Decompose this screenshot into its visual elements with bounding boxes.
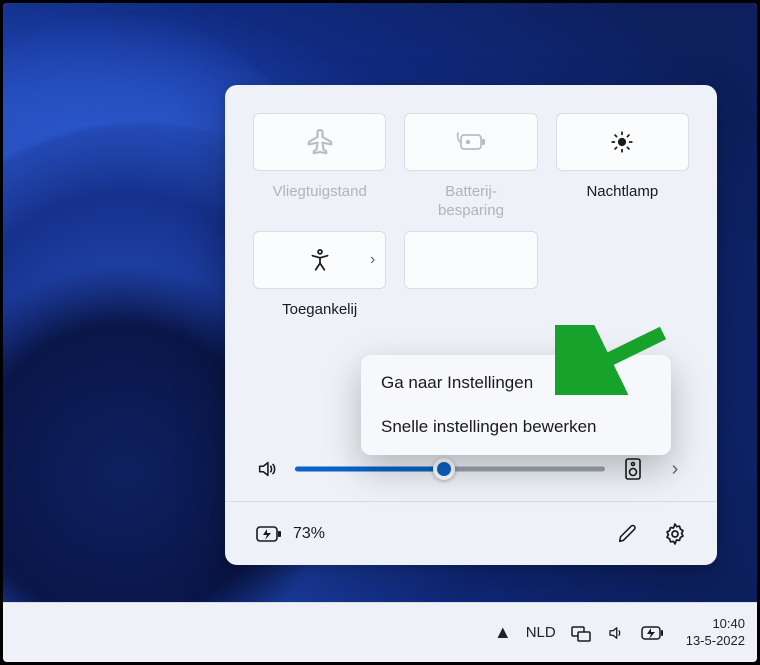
chevron-right-icon[interactable]: › (661, 455, 689, 483)
taskbar-clock[interactable]: 10:40 13-5-2022 (686, 616, 745, 649)
system-tray: ▲ NLD (494, 616, 745, 649)
tray-overflow-chevron-icon[interactable]: ▲ (494, 622, 512, 643)
accessibility-label: Toegankelij (253, 301, 386, 341)
airplane-icon (305, 127, 335, 157)
volume-slider[interactable] (295, 463, 605, 475)
nightlight-tile[interactable] (556, 113, 689, 171)
battery-saver-tile[interactable] (404, 113, 537, 171)
taskbar-time: 10:40 (712, 616, 745, 632)
battery-saver-icon (454, 130, 488, 154)
nightlight-label: Nachtlamp (556, 183, 689, 223)
quick-settings-footer: 73% (225, 501, 717, 565)
brightness-icon (609, 129, 635, 155)
volume-tray-icon[interactable] (606, 624, 626, 642)
quick-tile-hidden-1[interactable] (404, 231, 537, 289)
menu-item-go-to-settings[interactable]: Ga naar Instellingen (361, 361, 671, 405)
quick-tile-hidden-1-label (404, 301, 537, 341)
volume-slider-row: › (225, 455, 717, 501)
quick-settings-panel: Vliegtuigstand Batterij- besparing (225, 85, 717, 565)
language-indicator[interactable]: NLD (526, 624, 556, 641)
airplane-mode-tile[interactable] (253, 113, 386, 171)
battery-percent: 73% (293, 525, 325, 543)
airplane-mode-label: Vliegtuigstand (253, 183, 386, 223)
context-menu: Ga naar Instellingen Snelle instellingen… (361, 355, 671, 455)
battery-tray-icon[interactable] (640, 625, 666, 641)
battery-charging-icon (253, 524, 283, 544)
audio-output-icon[interactable] (619, 455, 647, 483)
accessibility-icon (307, 247, 333, 273)
quick-tiles-grid: Vliegtuigstand Batterij- besparing (225, 85, 717, 341)
accessibility-tile[interactable]: › (253, 231, 386, 289)
battery-saver-label: Batterij- besparing (404, 183, 537, 223)
speaker-icon[interactable] (253, 455, 281, 483)
edit-icon[interactable] (613, 520, 641, 548)
network-icon[interactable] (570, 623, 592, 643)
taskbar: ▲ NLD (3, 602, 757, 662)
taskbar-date: 13-5-2022 (686, 633, 745, 649)
gear-icon[interactable] (661, 520, 689, 548)
menu-item-edit-quick-settings[interactable]: Snelle instellingen bewerken (361, 405, 671, 449)
chevron-right-icon: › (370, 251, 375, 269)
